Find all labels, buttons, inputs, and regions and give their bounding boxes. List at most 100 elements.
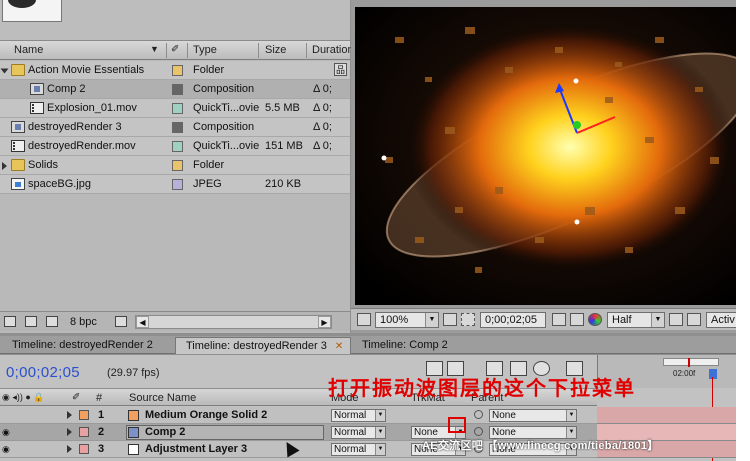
trash-icon[interactable] — [115, 316, 127, 327]
mask-visibility-icon[interactable] — [461, 313, 475, 326]
project-horizontal-scrollbar[interactable]: ◀ ▶ — [135, 315, 332, 329]
resolution-select[interactable]: Half ▼ — [607, 312, 665, 328]
composition-viewer-panel: 100% ▼ 0;00;02;05 Half ▼ Activ — [351, 0, 736, 333]
label-swatch[interactable] — [172, 122, 183, 133]
channel-icon[interactable] — [588, 313, 602, 326]
layer-name[interactable]: Adjustment Layer 3 — [145, 443, 247, 455]
project-item-type: QuickTi...ovie — [193, 140, 260, 152]
chevron-down-icon: ▼ — [375, 410, 385, 421]
magnification-value: 100% — [380, 314, 409, 326]
layer-expand-triangle-icon[interactable] — [67, 428, 72, 436]
tab-destroyedrender-2[interactable]: Timeline: destroyedRender 2 — [2, 337, 174, 354]
transparency-grid-icon[interactable] — [687, 313, 701, 326]
new-composition-icon[interactable] — [46, 316, 58, 327]
project-item-destroyedrender-mov[interactable]: destroyedRender.mov QuickTi...ovie 151 M… — [0, 137, 350, 156]
pick-whip-icon[interactable] — [474, 427, 483, 436]
layer-mode-select[interactable]: Normal ▼ — [331, 426, 386, 439]
layer-row-1[interactable]: 1 Medium Orange Solid 2 Normal ▼ None ▼ — [0, 407, 597, 424]
layer-mode-select[interactable]: Normal ▼ — [331, 443, 386, 456]
expand-triangle-icon[interactable] — [2, 162, 7, 170]
playhead-icon[interactable] — [709, 369, 717, 379]
project-item-action-movie-essentials[interactable]: Action Movie Essentials Folder 品 — [0, 61, 350, 80]
active-camera-select[interactable]: Activ — [706, 312, 736, 328]
column-source-name[interactable]: Source Name — [129, 392, 196, 404]
layer-number: 2 — [98, 426, 105, 438]
eye-icon[interactable]: ◉ — [2, 427, 10, 438]
tab-comp-2[interactable]: Timeline: Comp 2 — [352, 337, 472, 354]
safe-margins-icon[interactable] — [443, 313, 457, 326]
project-item-destroyedrender-3[interactable]: destroyedRender 3 Composition Δ 0; — [0, 118, 350, 137]
solid-layer-icon — [128, 410, 139, 421]
project-item-type: QuickTi...ovie — [193, 102, 260, 114]
bit-depth-toggle[interactable]: 8 bpc — [70, 316, 97, 328]
project-item-comp-2[interactable]: Comp 2 Composition Δ 0; — [0, 80, 350, 99]
region-of-interest-icon[interactable] — [669, 313, 683, 326]
layer-duration-bar-1[interactable] — [597, 407, 736, 424]
work-area-bar[interactable] — [663, 358, 719, 367]
project-column-header: Name ▼ ✐ Type Size Duration — [0, 40, 354, 60]
project-item-solids[interactable]: Solids Folder — [0, 156, 350, 175]
tab-destroyedrender-3[interactable]: Timeline: destroyedRender 3 ✕ — [175, 337, 351, 354]
chevron-down-icon: ▼ — [375, 444, 385, 455]
column-name[interactable]: Name — [14, 44, 43, 56]
label-swatch[interactable] — [172, 103, 183, 114]
sort-chevron-icon[interactable]: ▼ — [150, 44, 159, 54]
tab-label: Timeline: destroyedRender 2 — [12, 339, 153, 351]
forum-watermark: AE交流区吧 【www.linecg.com/tieba/1801】 — [422, 440, 659, 452]
layer-expand-triangle-icon[interactable] — [67, 445, 72, 453]
magnification-select[interactable]: 100% ▼ — [375, 312, 439, 328]
layer-label-swatch[interactable] — [79, 410, 89, 420]
layer-parent-select[interactable]: None ▼ — [489, 409, 577, 422]
project-item-duration: Δ 0; — [313, 83, 332, 95]
project-item-spacebg[interactable]: spaceBG.jpg JPEG 210 KB — [0, 175, 350, 194]
new-folder-icon[interactable] — [25, 316, 37, 327]
chevron-down-icon: ▼ — [651, 313, 664, 327]
column-duration[interactable]: Duration — [312, 44, 354, 56]
project-thumbnail — [2, 0, 62, 22]
composition-icon — [30, 83, 44, 95]
layer-name[interactable]: Medium Orange Solid 2 — [145, 409, 267, 421]
project-item-name: destroyedRender 3 — [28, 121, 122, 133]
show-snapshot-icon[interactable] — [570, 313, 584, 326]
project-item-size: 151 MB — [265, 140, 303, 152]
project-item-type: JPEG — [193, 178, 222, 190]
project-item-duration: Δ 0; — [313, 102, 332, 114]
label-swatch[interactable] — [172, 84, 183, 95]
current-time-display[interactable]: 0;00;02;05 — [6, 364, 80, 381]
flowchart-icon[interactable]: 品 — [334, 63, 347, 76]
label-swatch[interactable] — [172, 179, 183, 190]
close-icon[interactable]: ✕ — [335, 341, 343, 352]
expand-triangle-icon[interactable] — [0, 68, 9, 74]
eye-icon[interactable]: ◉ — [2, 444, 10, 455]
parent-value: None — [492, 410, 516, 421]
movie-file-icon — [30, 102, 44, 114]
scroll-left-icon[interactable]: ◀ — [136, 316, 149, 328]
label-tag-icon[interactable]: ✐ — [72, 392, 80, 403]
mode-value: Normal — [334, 427, 367, 438]
always-preview-icon[interactable] — [357, 313, 371, 326]
layer-name[interactable]: Comp 2 — [145, 426, 185, 438]
label-swatch[interactable] — [172, 141, 183, 152]
highlight-box — [448, 417, 466, 433]
scroll-right-icon[interactable]: ▶ — [318, 316, 331, 328]
project-item-explosion-01[interactable]: Explosion_01.mov QuickTi...ovie 5.5 MB Δ… — [0, 99, 350, 118]
chevron-down-icon: ▼ — [566, 410, 576, 421]
snapshot-icon[interactable] — [552, 313, 566, 326]
label-swatch[interactable] — [172, 65, 183, 76]
layer-mode-select[interactable]: Normal ▼ — [331, 409, 386, 422]
label-swatch[interactable] — [172, 160, 183, 171]
viewer-timecode-field[interactable]: 0;00;02;05 — [480, 312, 546, 328]
image-file-icon — [11, 178, 25, 190]
layer-label-swatch[interactable] — [79, 427, 89, 437]
interpret-footage-icon[interactable] — [4, 316, 16, 327]
label-tag-icon[interactable]: ✐ — [171, 44, 179, 55]
column-type[interactable]: Type — [193, 44, 217, 56]
composition-preview[interactable] — [355, 7, 736, 305]
column-size[interactable]: Size — [265, 44, 286, 56]
project-item-size: 5.5 MB — [265, 102, 300, 114]
pick-whip-icon[interactable] — [474, 410, 483, 419]
layer-expand-triangle-icon[interactable] — [67, 411, 72, 419]
project-item-name: Explosion_01.mov — [47, 102, 137, 114]
layer-label-swatch[interactable] — [79, 444, 89, 454]
chevron-down-icon: ▼ — [375, 427, 385, 438]
